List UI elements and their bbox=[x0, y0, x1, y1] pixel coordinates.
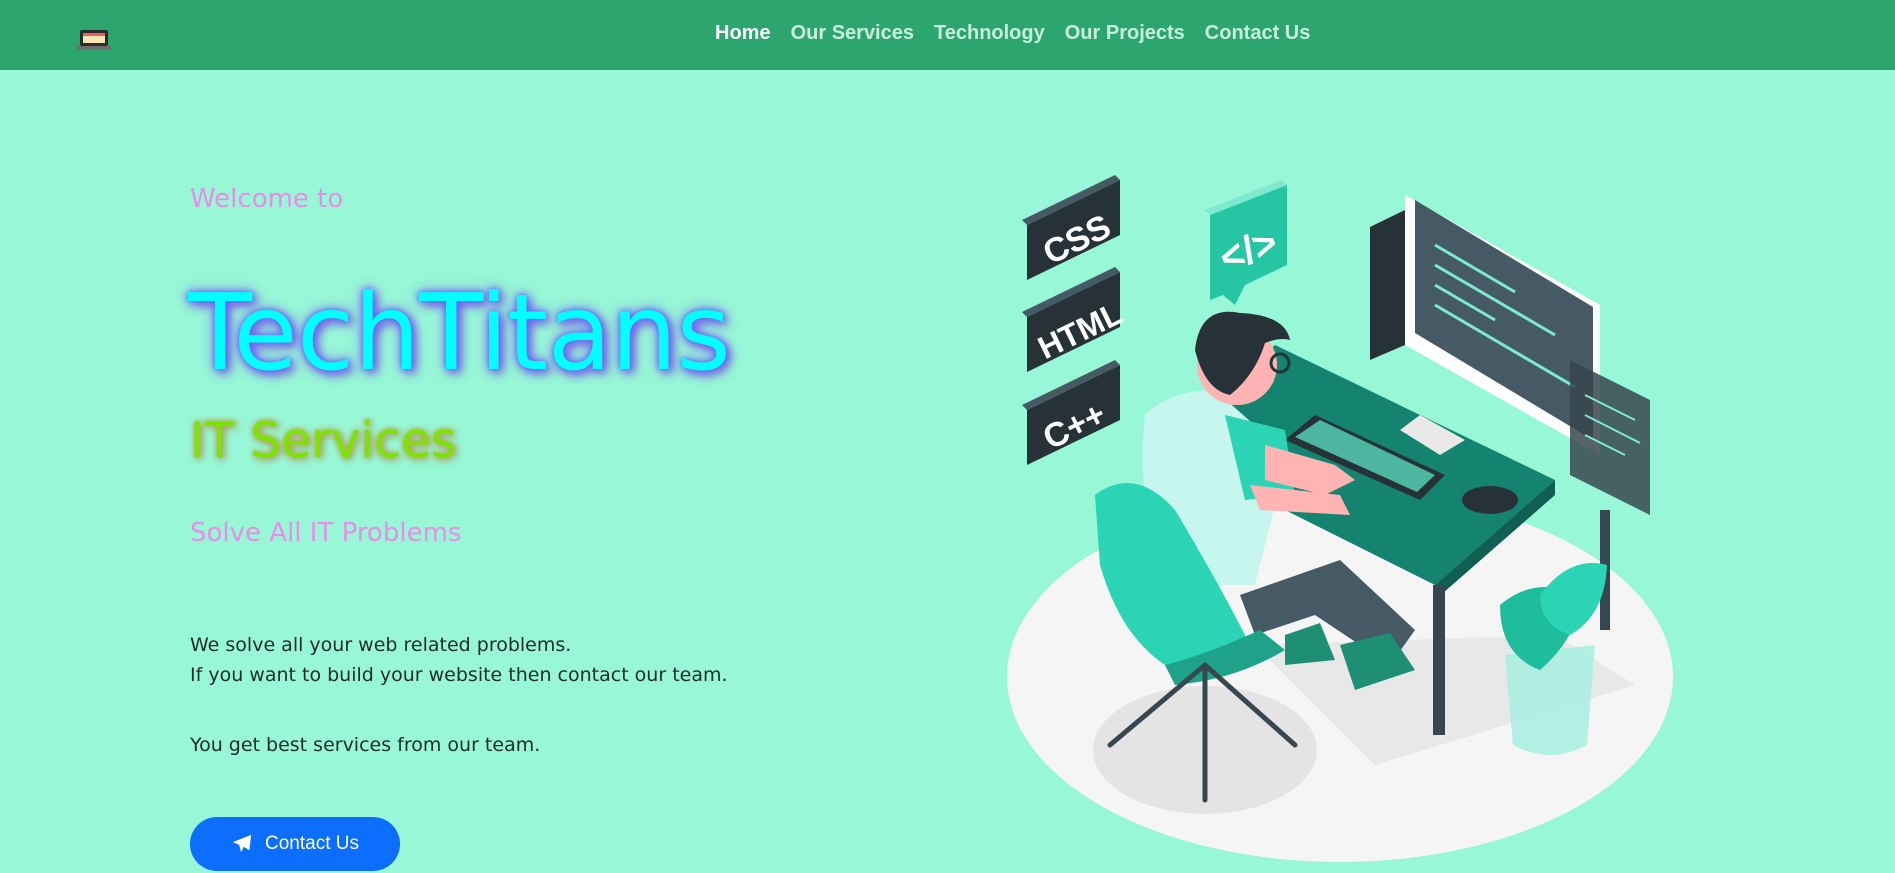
contact-us-button[interactable]: Contact Us bbox=[190, 817, 400, 871]
paper-plane-icon bbox=[232, 834, 252, 853]
nav-our-services[interactable]: Our Services bbox=[791, 22, 914, 45]
code-bubble-icon: </> bbox=[1205, 180, 1287, 305]
navbar: Home Our Services Technology Our Project… bbox=[0, 0, 1895, 70]
nav-home[interactable]: Home bbox=[715, 22, 771, 45]
desc-line-2: If you want to build your website then c… bbox=[190, 664, 728, 686]
brand-subtitle: IT Services bbox=[190, 412, 457, 469]
nav-our-projects[interactable]: Our Projects bbox=[1065, 22, 1185, 45]
nav-links: Home Our Services Technology Our Project… bbox=[715, 22, 1310, 45]
hero-description: We solve all your web related problems. … bbox=[190, 630, 728, 690]
desc-line-1: We solve all your web related problems. bbox=[190, 634, 572, 656]
css-tag: CSS bbox=[1022, 175, 1120, 280]
nav-contact-us[interactable]: Contact Us bbox=[1205, 22, 1311, 45]
developer-illustration: CSS HTML C++ </> bbox=[1007, 175, 1673, 862]
laptop-icon[interactable] bbox=[77, 29, 111, 51]
welcome-text: Welcome to bbox=[190, 184, 344, 214]
html-tag: HTML bbox=[1022, 267, 1128, 372]
desc-line-3: You get best services from our team. bbox=[190, 734, 541, 756]
cpp-tag: C++ bbox=[1022, 360, 1120, 465]
tagline: Solve All IT Problems bbox=[190, 518, 462, 548]
brand-title: TechTitans bbox=[188, 272, 731, 394]
nav-technology[interactable]: Technology bbox=[934, 22, 1045, 45]
contact-us-label: Contact Us bbox=[265, 833, 359, 854]
